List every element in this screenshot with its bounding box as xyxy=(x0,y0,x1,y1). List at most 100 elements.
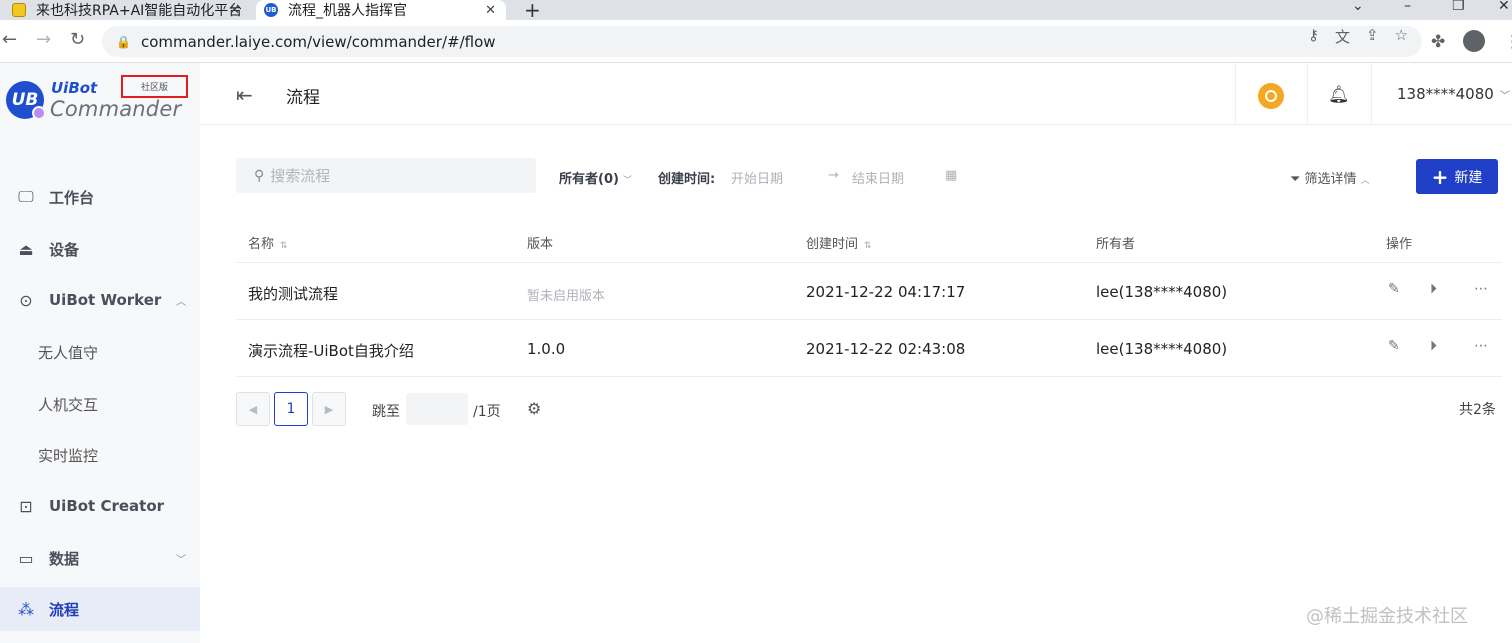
sidebar-item-flow[interactable]: ⁂ 流程 xyxy=(0,587,200,631)
flow-version: 暂未启用版本 xyxy=(527,289,606,304)
new-button-label: 新建 xyxy=(1454,169,1483,186)
sidebar-item-workbench[interactable]: 🖵 工作台 xyxy=(0,175,200,219)
extensions-puzzle-icon[interactable]: ✤ xyxy=(1431,32,1445,52)
close-window-icon[interactable]: ✕ xyxy=(1498,0,1510,14)
browser-tab-title: 流程_机器人指挥官 xyxy=(288,3,407,19)
logo-product: Commander xyxy=(50,97,182,121)
forward-arrow-icon[interactable]: → xyxy=(36,29,51,50)
device-icon: ⏏ xyxy=(18,239,34,259)
address-bar-actions: ⚷ 文 ⇪ ☆ xyxy=(1308,26,1408,47)
sidebar-item-human-machine[interactable]: 人机交互 xyxy=(0,382,200,426)
close-tab-icon[interactable]: ✕ xyxy=(229,3,240,18)
sidebar-item-uibot-creator[interactable]: ⊡ UiBot Creator xyxy=(0,484,200,528)
sidebar-item-label: 流程 xyxy=(49,600,80,619)
sidebar-item-label: 数据 xyxy=(49,549,80,568)
search-input[interactable]: ⚲ 搜索流程 xyxy=(236,158,536,193)
key-icon[interactable]: ⚷ xyxy=(1308,26,1319,47)
run-play-icon[interactable]: ⏵ xyxy=(1430,281,1437,297)
edit-icon[interactable]: ✎ xyxy=(1388,281,1400,297)
terminal-icon: ⊡ xyxy=(19,496,33,516)
collapse-sidebar-icon[interactable]: ⇤ xyxy=(236,83,253,107)
page-number-button[interactable]: 1 xyxy=(274,392,308,426)
jump-to-label: 跳至 xyxy=(372,404,400,420)
minimize-window-icon[interactable]: – xyxy=(1404,0,1411,14)
owner-filter-label: 所有者(0) xyxy=(559,172,619,187)
sidebar-item-label: 工作台 xyxy=(49,188,95,207)
sidebar-item-uibot-worker[interactable]: ⊙ UiBot Worker ︿ xyxy=(0,278,200,322)
table-row[interactable]: 演示流程-UiBot自我介绍 1.0.0 2021-12-22 02:43:08… xyxy=(236,320,1502,377)
app-logo: UB UiBot Commander 社区版 xyxy=(6,75,196,127)
funnel-icon: ⏷ xyxy=(1290,172,1301,187)
sort-icon[interactable]: ⇅ xyxy=(280,241,288,251)
reload-icon[interactable]: ↻ xyxy=(70,29,85,50)
sidebar-item-devices[interactable]: ⏏ 设备 xyxy=(0,227,200,271)
settings-gear-icon[interactable]: ⚙ xyxy=(527,399,541,418)
new-flow-button[interactable]: + 新建 xyxy=(1416,159,1498,194)
chevron-down-icon: ﹀ xyxy=(622,176,632,186)
header-divider xyxy=(1371,63,1372,125)
column-header-name[interactable]: 名称 ⇅ xyxy=(248,233,288,252)
bell-icon[interactable]: 🔔︎ xyxy=(1328,85,1350,105)
translate-icon[interactable]: 文 xyxy=(1335,26,1350,47)
sidebar-item-unattended[interactable]: 无人值守 xyxy=(0,330,200,374)
column-header-owner: 所有者 xyxy=(1096,237,1136,252)
flow-name[interactable]: 我的测试流程 xyxy=(248,283,338,304)
end-date-input[interactable]: 结束日期 xyxy=(852,168,904,187)
profile-avatar[interactable] xyxy=(1463,30,1485,52)
flow-name[interactable]: 演示流程-UiBot自我介绍 xyxy=(248,340,414,361)
address-bar[interactable]: 🔒 commander.laiye.com/view/commander/#/f… xyxy=(102,26,1422,57)
sidebar-item-realtime-monitor[interactable]: 实时监控 xyxy=(0,433,200,477)
flow-created: 2021-12-22 02:43:08 xyxy=(806,340,966,358)
close-tab-icon[interactable]: ✕ xyxy=(485,3,496,18)
chevron-up-icon: ︿ xyxy=(1360,176,1370,186)
filter-details-toggle[interactable]: ⏷ 筛选详情 ︿ xyxy=(1290,168,1370,187)
prev-page-button[interactable]: ◀ xyxy=(236,392,270,426)
table-row[interactable]: 我的测试流程 暂未启用版本 2021-12-22 04:17:17 lee(13… xyxy=(236,263,1502,320)
plus-icon: + xyxy=(1431,164,1449,189)
next-page-button[interactable]: ▶ xyxy=(312,392,346,426)
sort-icon[interactable]: ⇅ xyxy=(864,241,872,251)
back-arrow-icon[interactable]: ← xyxy=(2,29,17,50)
search-icon: ⚲ xyxy=(254,167,265,184)
more-ellipsis-icon[interactable]: ⋯ xyxy=(1474,281,1488,297)
tab-search-chevron-icon[interactable]: ⌄ xyxy=(1352,0,1364,14)
total-count: 共2条 xyxy=(1459,402,1496,418)
logo-brand: UiBot xyxy=(51,79,98,97)
column-header-version: 版本 xyxy=(527,237,554,252)
chevron-up-icon: ︿ xyxy=(176,296,186,308)
calendar-icon[interactable]: ▦ xyxy=(945,168,957,183)
chevron-down-icon: ﹀ xyxy=(1499,91,1510,102)
start-date-input[interactable]: 开始日期 xyxy=(731,168,783,187)
browser-tab-laiye[interactable]: 来也科技RPA+AI智能自动化平台 ✕ xyxy=(0,0,250,20)
lightbulb-icon[interactable] xyxy=(1258,83,1284,109)
restore-window-icon[interactable]: ❐ xyxy=(1452,0,1465,14)
edit-icon[interactable]: ✎ xyxy=(1388,338,1400,354)
share-icon[interactable]: ⇪ xyxy=(1366,26,1379,47)
page-count-label: /1页 xyxy=(473,404,501,420)
main-header: ⇤ 流程 🔔︎ 138****4080 ﹀ xyxy=(200,63,1512,125)
flow-version: 1.0.0 xyxy=(527,340,566,358)
run-play-icon[interactable]: ⏵ xyxy=(1430,338,1437,354)
edition-badge: 社区版 xyxy=(121,75,188,98)
jump-page-input[interactable] xyxy=(406,393,468,425)
sidebar-item-data[interactable]: ▭ 数据 ﹀ xyxy=(0,536,200,580)
browser-tab-title: 来也科技RPA+AI智能自动化平台 xyxy=(36,3,243,19)
header-divider xyxy=(1307,63,1308,125)
browser-toolbar: ← → ↻ 🔒 commander.laiye.com/view/command… xyxy=(0,20,1512,63)
flow-owner: lee(138****4080) xyxy=(1096,340,1228,358)
column-header-actions: 操作 xyxy=(1386,237,1413,252)
column-header-created[interactable]: 创建时间 ⇅ xyxy=(806,233,872,252)
uibot-favicon-icon: UB xyxy=(264,3,278,17)
owner-filter-dropdown[interactable]: 所有者(0) ﹀ xyxy=(559,168,632,187)
bookmark-star-icon[interactable]: ☆ xyxy=(1395,26,1408,47)
filter-details-label: 筛选详情 xyxy=(1304,172,1357,187)
more-ellipsis-icon[interactable]: ⋯ xyxy=(1474,338,1488,354)
user-menu[interactable]: 138****4080 ﹀ xyxy=(1397,85,1510,103)
watermark-text: @稀土掘金技术社区 xyxy=(1306,606,1468,627)
chevron-down-icon: ﹀ xyxy=(176,554,186,566)
sidebar-item-label: UiBot Creator xyxy=(49,497,165,515)
new-tab-plus-icon[interactable]: + xyxy=(524,0,541,22)
browser-tab-commander[interactable]: UB 流程_机器人指挥官 ✕ xyxy=(256,0,506,20)
flow-created: 2021-12-22 04:17:17 xyxy=(806,283,966,301)
browser-menu-icon[interactable]: ⋮ xyxy=(1504,32,1512,52)
